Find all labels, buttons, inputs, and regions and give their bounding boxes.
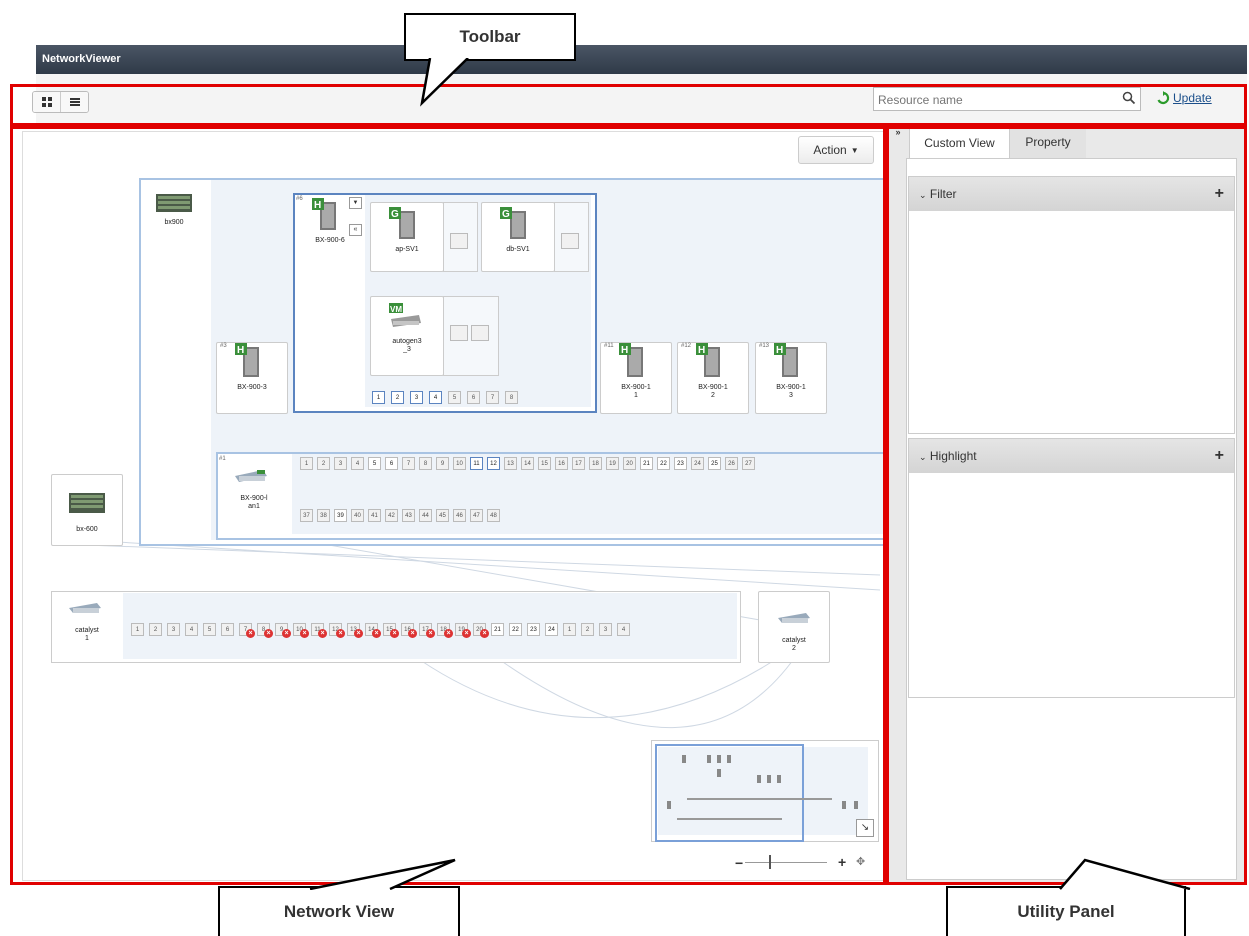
network-view-highlight-box	[10, 126, 886, 885]
utility-panel-highlight-box	[886, 126, 1247, 885]
utility-panel-callout-pointer	[1059, 858, 1191, 890]
toolbar-callout: Toolbar	[404, 13, 576, 61]
network-view-callout: Network View	[218, 886, 460, 936]
utility-panel-callout: Utility Panel	[946, 886, 1186, 936]
toolbar-highlight-box	[10, 84, 1247, 126]
network-view-callout-pointer	[309, 858, 456, 890]
toolbar-callout-pointer	[420, 58, 469, 107]
